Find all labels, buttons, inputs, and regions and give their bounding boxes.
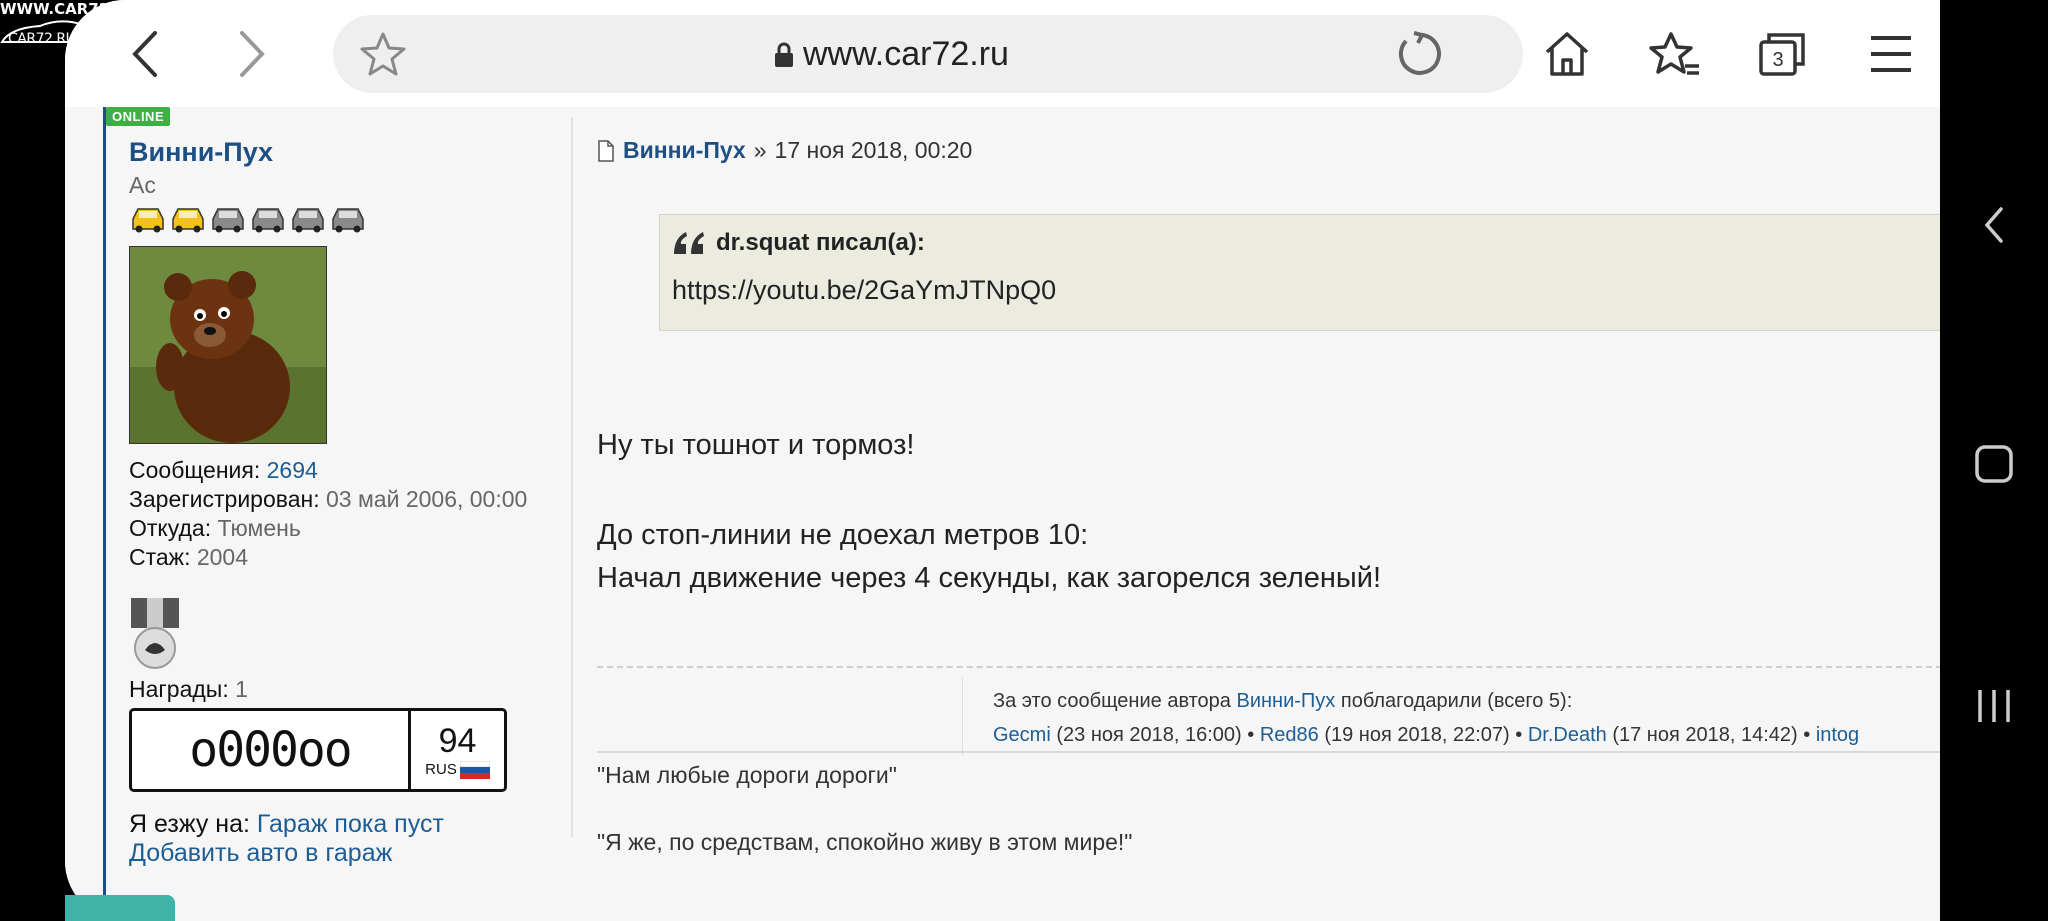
url-text[interactable]: www.car72.ru: [803, 35, 1009, 74]
post-accent-bar: [103, 107, 106, 921]
drives-row: Я езжу на: Гараж пока пуст: [129, 810, 549, 839]
thanks-list: Gecmi (23 ноя 2018, 16:00) • Red86 (19 н…: [993, 724, 1859, 747]
tabs-count: 3: [1772, 49, 1783, 71]
thanks-date: (17 ноя 2018, 14:42): [1612, 724, 1798, 746]
address-bar[interactable]: www.car72.ru: [333, 15, 1523, 93]
registered-value: 03 май 2006, 00:00: [326, 486, 528, 512]
profile-stats: Сообщения: 2694 Зарегистрирован: 03 май …: [129, 456, 549, 572]
quote-text[interactable]: https://youtu.be/2GaYmJTNpQ0: [672, 275, 1056, 306]
message-line-2: До стоп-линии не доехал метров 10:: [597, 519, 1089, 551]
quote-block: dr.squat писал(а): https://youtu.be/2GaY…: [659, 214, 1940, 331]
quote-icon: [674, 232, 704, 254]
signature-line-1: "Нам любые дороги дороги": [597, 762, 897, 788]
browser-screen: www.car72.ru 3 ONLINE Винни-Пух Ас Сообщ…: [65, 0, 1940, 921]
watermark-text-2: CAR72.RU: [8, 31, 76, 47]
add-car-link[interactable]: Добавить авто в гараж: [129, 839, 549, 868]
from-value: Тюмень: [217, 515, 301, 541]
rank-car-icon: [329, 205, 367, 238]
signature-line-2: "Я же, по средствам, спокойно живу в это…: [597, 829, 1133, 855]
home-icon[interactable]: [1535, 22, 1599, 86]
license-plate: o000oo 94 RUS: [129, 708, 507, 792]
post-header: Винни-Пух » 17 ноя 2018, 00:20: [597, 137, 1940, 164]
drives-label: Я езжу на:: [129, 810, 250, 838]
signature-divider: [597, 751, 1940, 753]
online-badge: ONLINE: [106, 107, 171, 126]
thanks-user-link[interactable]: intog: [1816, 724, 1859, 746]
awards-row: Награды: 1: [129, 675, 549, 704]
system-nav-bar: [1940, 0, 2048, 921]
rank-car-icon: [169, 205, 207, 238]
messages-row: Сообщения: 2694: [129, 456, 549, 485]
plate-country: RUS: [425, 761, 457, 778]
thanks-date: (19 ноя 2018, 22:07): [1324, 724, 1510, 746]
plate-region-block: 94 RUS: [411, 711, 504, 789]
from-label: Откуда:: [129, 515, 212, 541]
thanks-title: За это сообщение автора Винни-Пух поблаг…: [993, 690, 1572, 713]
tabs-icon[interactable]: 3: [1751, 22, 1815, 86]
thanks-bullet: •: [1515, 724, 1523, 746]
forward-button[interactable]: [220, 22, 284, 86]
back-button[interactable]: [113, 22, 177, 86]
keyboard-hint-bar: [65, 895, 175, 921]
rank-car-icon: [209, 205, 247, 238]
message-line-1: Ну ты тошнот и тормоз!: [597, 429, 915, 461]
bookmarks-icon[interactable]: [1643, 22, 1707, 86]
registered-row: Зарегистрирован: 03 май 2006, 00:00: [129, 485, 549, 514]
russia-flag-icon: [459, 760, 490, 779]
awards-label: Награды:: [129, 676, 229, 702]
nav-recents-icon[interactable]: [1940, 686, 2048, 726]
menu-icon[interactable]: [1859, 22, 1923, 86]
thanks-date: (23 ноя 2018, 16:00): [1056, 724, 1242, 746]
garage-link[interactable]: Гараж пока пуст: [257, 810, 444, 838]
post-dashed-divider: [597, 666, 1940, 668]
nav-back-chevron-icon[interactable]: [1940, 205, 2048, 245]
bookmark-star-icon[interactable]: [351, 22, 415, 86]
post-body: Винни-Пух » 17 ноя 2018, 00:20 dr.squat …: [597, 137, 1940, 855]
experience-label: Стаж:: [129, 544, 191, 570]
thanks-prefix: За это сообщение автора: [993, 690, 1231, 712]
column-divider: [571, 117, 573, 837]
thanks-bullet: •: [1803, 724, 1811, 746]
quote-header: dr.squat писал(а):: [672, 229, 925, 257]
thanks-user-link[interactable]: Gecmi: [993, 724, 1051, 746]
experience-row: Стаж: 2004: [129, 543, 549, 572]
plate-region: 94: [438, 721, 477, 760]
thanks-user-link[interactable]: Red86: [1260, 724, 1319, 746]
quote-author: dr.squat писал(а):: [716, 229, 925, 256]
message-line-3: Начал движение через 4 секунды, как заго…: [597, 562, 1382, 594]
from-row: Откуда: Тюмень: [129, 514, 549, 543]
avatar: [129, 246, 327, 444]
thanks-user-link[interactable]: Dr.Death: [1528, 724, 1607, 746]
forum-post-area: ONLINE Винни-Пух Ас Сообщения: 2694 Заре…: [65, 107, 1940, 921]
nav-home-square-icon[interactable]: [1940, 444, 2048, 484]
thanks-author-link[interactable]: Винни-Пух: [1237, 690, 1336, 712]
post-separator: »: [753, 137, 767, 163]
lock-icon: [775, 42, 793, 67]
browser-toolbar: www.car72.ru 3: [65, 0, 1940, 108]
thanks-suffix: поблагодарили (всего 5):: [1340, 690, 1573, 712]
profile-username[interactable]: Винни-Пух: [129, 137, 549, 168]
rank-car-icon: [129, 205, 167, 238]
rank-cars: [129, 205, 549, 238]
post-author-link[interactable]: Винни-Пух: [623, 137, 746, 164]
user-profile-panel: Винни-Пух Ас Сообщения: 2694 Зарегистрир…: [129, 137, 549, 868]
post-document-icon[interactable]: [597, 139, 615, 162]
plate-number: o000oo: [132, 711, 411, 789]
registered-label: Зарегистрирован:: [129, 486, 320, 512]
reload-icon[interactable]: [1385, 22, 1449, 86]
rank-car-icon: [289, 205, 327, 238]
rank-car-icon: [249, 205, 287, 238]
thanks-bullet: •: [1247, 724, 1255, 746]
plate-country-row: RUS: [425, 760, 490, 779]
thanks-block: За это сообщение автора Винни-Пух поблаг…: [962, 678, 1940, 756]
medal-icon[interactable]: [129, 598, 549, 675]
site-watermark: WWW.CAR72.RU CAR72.RU: [0, 0, 139, 47]
awards-value: 1: [235, 676, 248, 702]
messages-label: Сообщения:: [129, 457, 261, 483]
experience-value: 2004: [196, 544, 249, 570]
messages-count-link[interactable]: 2694: [267, 457, 318, 483]
post-date: 17 ноя 2018, 00:20: [774, 137, 973, 163]
profile-rank: Ас: [129, 172, 156, 198]
